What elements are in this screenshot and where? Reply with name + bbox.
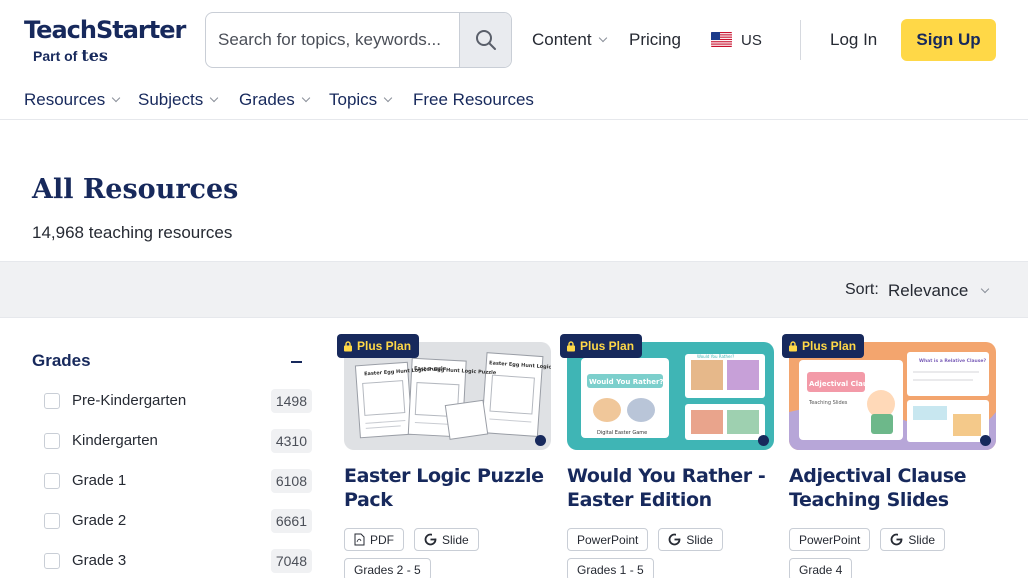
format-chip-powerpoint[interactable]: PowerPoint [789,528,871,551]
filter-count: 6661 [270,509,312,533]
brand-name: TeachStarter [24,16,186,44]
search-button[interactable] [459,13,511,67]
checkbox[interactable] [44,553,60,569]
thumbnail-illustration: Easter Egg Hunt Logic Puzzle Easter Egg … [354,352,551,440]
nav-resources[interactable]: Resources [24,89,121,111]
svg-text:Adjectival Clauses: Adjectival Clauses [809,380,881,388]
checkbox[interactable] [44,513,60,529]
resource-card[interactable]: Plus Plan Adjectival Clauses Teaching Sl… [782,334,996,578]
brand-part-of: Part of tes [33,46,108,65]
signup-button[interactable]: Sign Up [901,19,996,61]
grades-filter-heading: Grades [32,351,91,370]
checkbox[interactable] [44,393,60,409]
filter-count: 6108 [270,469,312,493]
lock-icon [789,340,797,351]
grades-filter-header[interactable]: Grades [32,351,302,373]
plus-plan-badge: Plus Plan [782,334,865,358]
us-flag-icon[interactable] [711,32,732,47]
collapse-icon[interactable] [291,361,302,363]
chevron-down-icon [981,284,990,294]
google-g-icon [668,533,682,546]
sort-label: Sort: [845,281,879,298]
chevron-down-icon [301,93,310,103]
teachstarter-mark-icon [535,435,546,446]
svg-text:Teaching Slides: Teaching Slides [808,400,848,406]
sort-value: Relevance [888,281,969,300]
sort-bar: Sort: Relevance [0,261,1028,318]
svg-text:Would You Rather?: Would You Rather? [697,354,734,359]
checkbox[interactable] [44,473,60,489]
page-title: All Resources [32,174,239,205]
resource-thumbnail[interactable]: Easter Egg Hunt Logic Puzzle Easter Egg … [344,342,551,450]
grade-chip[interactable]: Grades 2 - 5 [344,558,431,578]
filter-option-grade-3[interactable]: Grade 3 7048 [44,549,312,575]
teachstarter-mark-icon [758,435,769,446]
filter-option-grade-2[interactable]: Grade 2 6661 [44,509,312,535]
format-chip-powerpoint[interactable]: PowerPoint [567,528,649,551]
filter-option-kindergarten[interactable]: Kindergarten 4310 [44,429,312,455]
resource-title[interactable]: Would You Rather - Easter Edition [567,464,774,512]
plus-plan-badge: Plus Plan [560,334,643,358]
svg-text:What is a Relative Clause?: What is a Relative Clause? [919,358,986,364]
resource-thumbnail[interactable]: Would You Rather? Digital Easter Game Wo… [567,342,774,450]
checkbox[interactable] [44,433,60,449]
teachstarter-logo[interactable]: TeachStarter Part of tes [24,16,186,66]
filter-count: 7048 [270,549,312,573]
thumbnail-illustration: Would You Rather? Digital Easter Game Wo… [581,354,765,440]
search-bar [205,12,512,68]
lock-icon [567,340,575,351]
lock-icon [344,340,352,351]
google-g-icon [424,533,437,546]
login-link[interactable]: Log In [830,28,877,52]
filter-option-pre-kindergarten[interactable]: Pre-Kindergarten 1498 [44,389,312,415]
content-menu[interactable]: Content [532,28,607,52]
google-g-icon [890,533,904,546]
thumbnail-illustration: Adjectival Clauses Teaching Slides What … [789,352,996,450]
grade-chip[interactable]: Grades 1 - 5 [567,558,654,578]
search-icon [475,30,496,50]
nav-grades[interactable]: Grades [239,89,310,111]
locale-selector[interactable]: US [741,28,762,52]
filter-option-grade-1[interactable]: Grade 1 6108 [44,469,312,495]
format-chip-slide[interactable]: Slide [414,528,479,551]
pdf-icon [354,533,365,546]
format-chip-pdf[interactable]: PDF [344,528,404,551]
search-input[interactable] [206,13,460,67]
nav-free-resources[interactable]: Free Resources [413,89,534,111]
resource-title[interactable]: Easter Logic Puzzle Pack [344,464,551,512]
resource-thumbnail[interactable]: Adjectival Clauses Teaching Slides What … [789,342,996,450]
site-header: TeachStarter Part oftes Content Pricing [0,0,1028,120]
content-label: Content [532,30,592,49]
pricing-link[interactable]: Pricing [629,28,681,52]
chevron-down-icon [112,93,121,103]
nav-topics[interactable]: Topics [329,89,393,111]
format-chips: PowerPoint Slide [789,528,996,551]
tes-brand: tes [81,46,108,65]
grade-chip[interactable]: Grade 4 [789,558,853,578]
filter-count: 4310 [270,429,312,453]
format-chip-slide[interactable]: Slide [880,528,946,551]
chevron-down-icon [383,93,393,103]
resource-title[interactable]: Adjectival Clause Teaching Slides [789,464,996,512]
format-chips: PowerPoint Slide [567,528,774,551]
chevron-down-icon [209,93,219,103]
resource-count: 14,968 teaching resources [32,223,233,242]
sort-select[interactable]: Relevance [888,281,990,301]
svg-text:Digital Easter Game: Digital Easter Game [597,430,647,436]
resource-card[interactable]: Plus Plan Easter Egg Hunt Logic Puzzle E… [337,334,551,578]
format-chips: PDF Slide [344,528,551,551]
plus-plan-badge: Plus Plan [337,334,420,358]
nav-subjects[interactable]: Subjects [138,89,219,111]
format-chip-slide[interactable]: Slide [658,528,724,551]
teachstarter-mark-icon [980,435,991,446]
chevron-down-icon [598,33,607,43]
header-divider [800,20,801,60]
svg-text:Would You Rather?: Would You Rather? [589,378,663,386]
filter-count: 1498 [270,389,312,413]
resource-card[interactable]: Plus Plan Would You Rather? Digital East… [560,334,774,578]
